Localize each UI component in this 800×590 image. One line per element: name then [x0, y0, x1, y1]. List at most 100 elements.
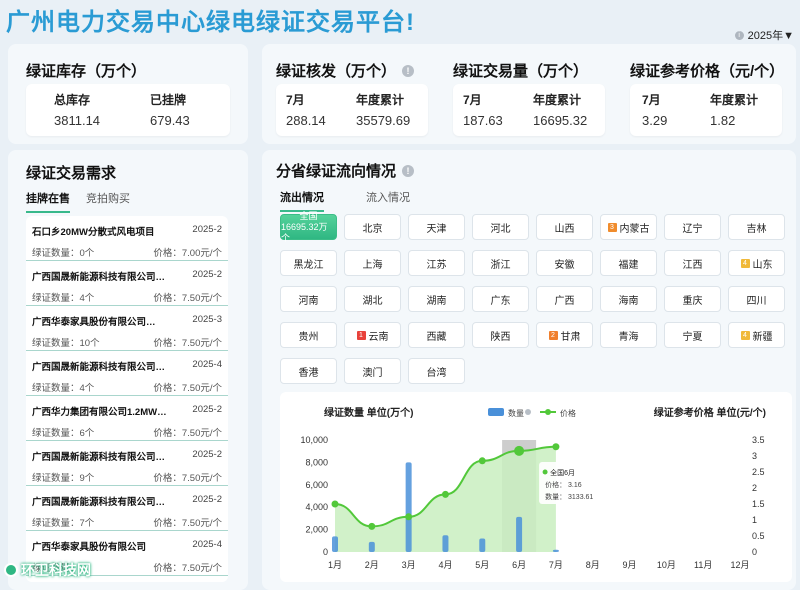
watermark-logo-icon	[4, 563, 18, 577]
tab-auction[interactable]: 竞拍购买	[86, 190, 130, 213]
tab-outflow[interactable]: 流出情况	[280, 189, 324, 212]
quantity-bar	[442, 535, 449, 552]
province-button[interactable]: 陕西	[472, 322, 529, 348]
province-button[interactable]: 2 甘肃	[536, 322, 593, 348]
legend-line-label: 价格	[560, 408, 576, 418]
x-tick-label: 8月	[586, 560, 600, 570]
list-item[interactable]: 石口乡20MW分散式风电项目 2025-2 绿证数量：0个 价格：7.00元/个	[26, 216, 228, 261]
province-button[interactable]: 江西	[664, 250, 721, 276]
province-button[interactable]: 重庆	[664, 286, 721, 312]
province-name: 江西	[682, 259, 703, 271]
province-button[interactable]: 河北	[472, 214, 529, 240]
item-price: 价格：7.50元/个	[153, 518, 222, 529]
issuance-month: 7月 288.14	[286, 91, 326, 128]
province-button[interactable]: 湖南	[408, 286, 465, 312]
province-button[interactable]: 福建	[600, 250, 657, 276]
price-point	[478, 457, 486, 465]
item-name: 广西国晟新能源科技有限公司分…	[32, 362, 172, 373]
info-icon[interactable]: !	[402, 64, 415, 77]
province-name: 浙江	[490, 259, 511, 271]
province-name: 青海	[618, 331, 639, 343]
province-button[interactable]: 台湾	[408, 358, 465, 384]
tab-inflow[interactable]: 流入情况	[366, 189, 410, 212]
list-item[interactable]: 广西华力集团有限公司1.2MW… 2025-2 绿证数量：6个 价格：7.50元/个	[26, 396, 228, 441]
province-button[interactable]: 广东	[472, 286, 529, 312]
info-icon: i	[734, 30, 744, 40]
item-date: 2025-2	[192, 494, 222, 505]
province-button[interactable]: 贵州	[280, 322, 337, 348]
province-button[interactable]: 安徽	[536, 250, 593, 276]
province-button[interactable]: 海南	[600, 286, 657, 312]
list-item[interactable]: 广西国晟新能源科技有限公司分… 2025-2 绿证数量：7个 价格：7.50元/个	[26, 486, 228, 531]
province-button[interactable]: 4 山东	[728, 250, 785, 276]
province-button[interactable]: 江苏	[408, 250, 465, 276]
y-tick-label: 8,000	[305, 457, 328, 467]
volume-ytd-label: 年度累计	[533, 93, 582, 107]
province-button[interactable]: 辽宁	[664, 214, 721, 240]
demand-list[interactable]: 石口乡20MW分散式风电项目 2025-2 绿证数量：0个 价格：7.00元/个 广西国…	[26, 216, 228, 582]
province-button[interactable]: 天津	[408, 214, 465, 240]
x-tick-label: 6月	[512, 560, 526, 570]
province-button[interactable]: 广西	[536, 286, 593, 312]
list-item[interactable]: 广西国晟新能源科技有限公司分… 2025-2 绿证数量：4个 价格：7.50元/个	[26, 261, 228, 306]
province-name: 澳门	[362, 367, 383, 379]
y2-tick-label: 3.5	[752, 435, 765, 445]
item-price: 价格：7.50元/个	[153, 383, 222, 394]
x-tick-label: 10月	[657, 560, 676, 570]
province-button[interactable]: 山西	[536, 214, 593, 240]
province-button[interactable]: 宁夏	[664, 322, 721, 348]
issuance-title: 绿证核发（万个）!	[276, 60, 415, 81]
province-name: 重庆	[682, 295, 703, 307]
province-button[interactable]: 四川	[728, 286, 785, 312]
inventory-title: 绿证库存（万个）	[26, 63, 147, 80]
tab-listed[interactable]: 挂牌在售	[26, 190, 70, 213]
volume-month: 7月 187.63	[463, 91, 503, 128]
item-name: 广西华泰家具股份有限公司…	[32, 317, 156, 328]
province-name: 内蒙古	[619, 223, 650, 235]
province-button[interactable]: 黑龙江	[280, 250, 337, 276]
province-name: 海南	[618, 295, 639, 307]
province-button[interactable]: 香港	[280, 358, 337, 384]
province-button[interactable]: 澳门	[344, 358, 401, 384]
demand-title: 绿证交易需求	[26, 165, 117, 182]
province-button[interactable]: 北京	[344, 214, 401, 240]
province-button[interactable]: 全国 16695.32万个	[280, 211, 337, 243]
tooltip-title: 全国6月	[550, 468, 575, 477]
province-button[interactable]: 湖北	[344, 286, 401, 312]
price-month-value: 3.29	[642, 113, 668, 128]
province-button[interactable]: 西藏	[408, 322, 465, 348]
quantity-bar	[332, 536, 338, 552]
legend-bar-swatch	[488, 408, 504, 416]
flow-title: 分省绿证流向情况!	[276, 160, 415, 181]
province-button[interactable]: 上海	[344, 250, 401, 276]
price-ytd-value: 1.82	[710, 113, 736, 128]
list-item[interactable]: 广西国晟新能源科技有限公司分… 2025-4 绿证数量：4个 价格：7.50元/个	[26, 351, 228, 396]
list-item[interactable]: 广西华泰家具股份有限公司… 2025-3 绿证数量：10个 价格：7.50元/个	[26, 306, 228, 351]
province-name: 宁夏	[682, 331, 703, 343]
total-inventory: 总库存 3811.14	[54, 91, 100, 128]
issuance-ytd: 年度累计 35579.69	[356, 91, 410, 128]
year-selector[interactable]: i 2025年▼	[734, 27, 794, 43]
province-button[interactable]: 河南	[280, 286, 337, 312]
province-button[interactable]: 3 内蒙古	[600, 214, 657, 240]
info-icon[interactable]: !	[402, 164, 415, 177]
year-label[interactable]: 2025年▼	[748, 27, 794, 43]
province-name: 河北	[490, 223, 511, 235]
list-item[interactable]: 广西国晟新能源科技有限公司分… 2025-2 绿证数量：9个 价格：7.50元/个	[26, 441, 228, 486]
province-name: 香港	[298, 367, 319, 379]
province-button[interactable]: 4 新疆	[728, 322, 785, 348]
volume-ytd: 年度累计 16695.32	[533, 91, 587, 128]
issuance-title-text: 绿证核发（万个）	[276, 63, 397, 80]
listed-inventory-label: 已挂牌	[150, 93, 187, 107]
item-price: 价格：7.50元/个	[153, 473, 222, 484]
quantity-bar	[405, 462, 412, 552]
price-ytd-label: 年度累计	[710, 93, 759, 107]
province-button[interactable]: 浙江	[472, 250, 529, 276]
province-button[interactable]: 青海	[600, 322, 657, 348]
demand-tabs: 挂牌在售 竞拍购买	[26, 190, 130, 213]
province-button[interactable]: 吉林	[728, 214, 785, 240]
price-month: 7月 3.29	[642, 91, 667, 128]
province-button[interactable]: 1 云南	[344, 322, 401, 348]
y2-tick-label: 2	[752, 483, 757, 493]
info-icon	[525, 409, 531, 415]
